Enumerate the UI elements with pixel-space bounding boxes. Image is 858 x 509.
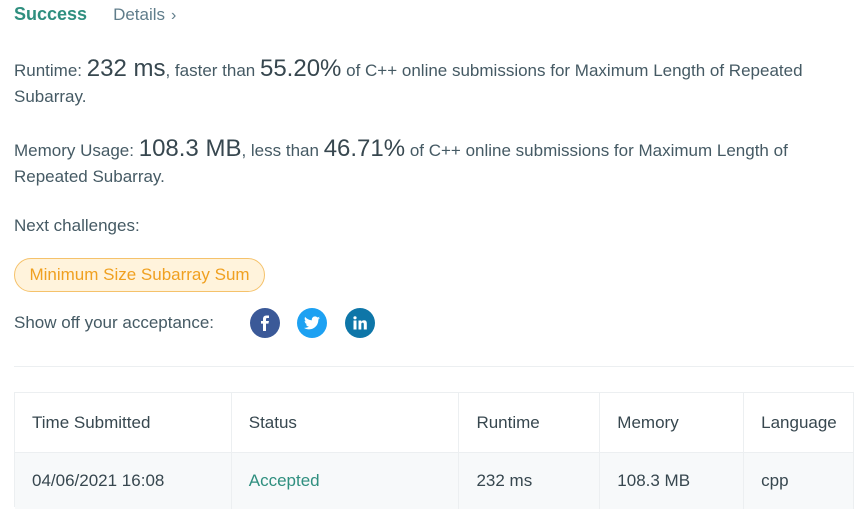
details-link[interactable]: Details ›	[113, 5, 176, 25]
facebook-icon[interactable]	[250, 308, 280, 338]
runtime-value: 232 ms	[86, 55, 166, 82]
table-row: 04/06/2021 16:08 Accepted 232 ms 108.3 M…	[15, 453, 854, 509]
cell-runtime: 232 ms	[459, 453, 601, 509]
memory-comparison: , less than	[241, 141, 319, 160]
result-header: Success Details ›	[14, 4, 176, 28]
facebook-glyph	[261, 315, 269, 331]
memory-label: Memory Usage:	[14, 141, 134, 160]
cell-time-submitted: 04/06/2021 16:08	[15, 453, 232, 509]
memory-percent: 46.71%	[323, 135, 406, 162]
linkedin-glyph	[353, 316, 367, 330]
header-status[interactable]: Status	[231, 393, 460, 453]
twitter-icon[interactable]	[297, 308, 327, 338]
linkedin-icon[interactable]	[345, 308, 375, 338]
runtime-comparison: , faster than	[165, 61, 256, 80]
runtime-stat: Runtime: 232 ms, faster than 55.20% of C…	[14, 56, 834, 110]
memory-value: 108.3 MB	[138, 135, 242, 162]
runtime-percent: 55.20%	[259, 55, 342, 82]
runtime-label: Runtime:	[14, 61, 83, 80]
chevron-right-icon: ›	[171, 7, 177, 24]
header-runtime[interactable]: Runtime	[459, 393, 601, 453]
cell-language: cpp	[744, 453, 854, 509]
status-title: Success	[14, 4, 88, 24]
submissions-table: Time Submitted Status Runtime Memory Lan…	[14, 392, 854, 509]
memory-stat: Memory Usage: 108.3 MB, less than 46.71%…	[14, 136, 834, 190]
next-challenge-button[interactable]: Minimum Size Subarray Sum	[14, 258, 265, 292]
twitter-glyph	[304, 316, 320, 330]
table-header-row: Time Submitted Status Runtime Memory Lan…	[15, 393, 854, 453]
share-label: Show off your acceptance:	[14, 313, 215, 332]
details-label: Details	[113, 5, 166, 24]
next-challenges-label: Next challenges:	[14, 216, 140, 235]
cell-memory: 108.3 MB	[600, 453, 745, 509]
section-divider	[14, 366, 854, 367]
header-language[interactable]: Language	[744, 393, 854, 453]
header-time-submitted[interactable]: Time Submitted	[15, 393, 232, 453]
header-memory[interactable]: Memory	[600, 393, 745, 453]
cell-status-link[interactable]: Accepted	[232, 453, 460, 509]
